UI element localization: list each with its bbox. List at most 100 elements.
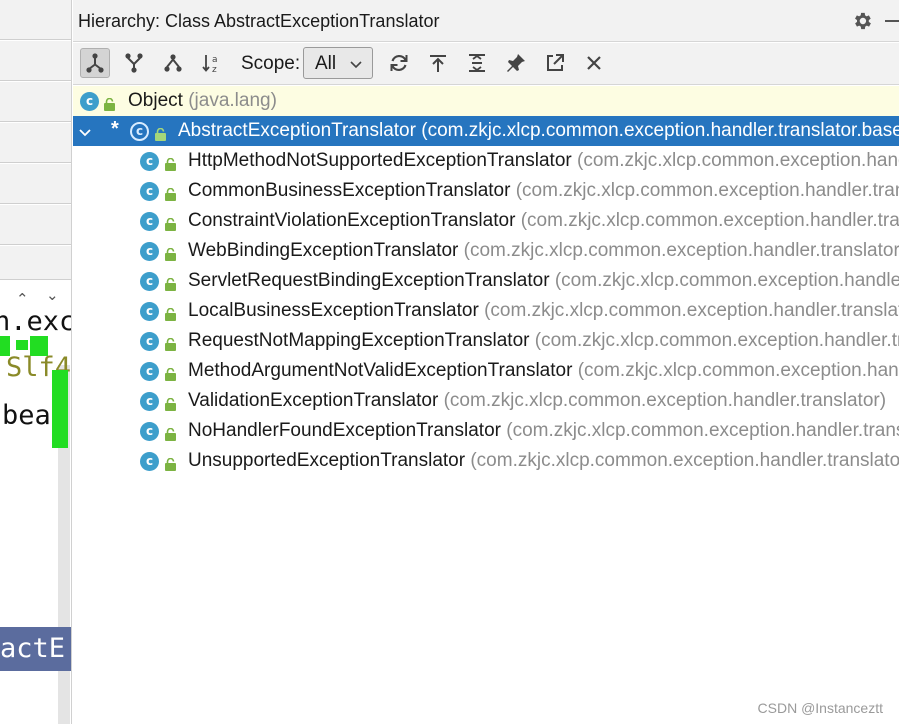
editor-strip: ⌃ ⌄ n.exc Slf4 bean actE — [0, 0, 72, 724]
class-name: CommonBusinessExceptionTranslator — [188, 180, 511, 201]
expand-all-icon[interactable] — [462, 48, 492, 78]
package-name: (com.zkjc.xlcp.common.exception.handler.… — [443, 390, 887, 411]
lock-icon — [165, 335, 176, 351]
lock-icon — [104, 95, 115, 111]
chevron-down-icon[interactable] — [78, 124, 92, 138]
supertypes-hierarchy-icon[interactable] — [119, 48, 149, 78]
class-name: ConstraintViolationExceptionTranslator — [188, 210, 516, 231]
class-icon: c — [140, 332, 159, 351]
editor-tab-3[interactable] — [0, 82, 71, 122]
class-icon: c — [140, 302, 159, 321]
class-name: ValidationExceptionTranslator — [188, 390, 439, 411]
package-name: (com.zkjc.xlcp.common.exception.handler.… — [463, 240, 899, 261]
minimize-icon[interactable] — [885, 20, 899, 22]
hierarchy-panel: Hierarchy: Class AbstractExceptionTransl… — [73, 0, 899, 724]
lock-icon — [165, 425, 176, 441]
package-name: (com.zkjc.xlcp.common.exception.handler.… — [577, 360, 899, 381]
class-name: Object — [128, 90, 183, 111]
tree-row-subclass[interactable]: c ValidationExceptionTranslator (com.zkjc… — [73, 386, 899, 416]
sort-alphabetically-icon[interactable]: az — [197, 48, 227, 78]
lock-icon — [165, 305, 176, 321]
tree-row-subclass[interactable]: c HttpMethodNotSupportedExceptionTranslat… — [73, 146, 899, 176]
class-hierarchy-icon[interactable] — [158, 48, 188, 78]
pin-icon[interactable] — [501, 48, 531, 78]
class-name: WebBindingExceptionTranslator — [188, 240, 459, 261]
class-name: MethodArgumentNotValidExceptionTranslato… — [188, 360, 573, 381]
tree-row-subclass[interactable]: c ConstraintViolationExceptionTranslator … — [73, 206, 899, 236]
next-occurrence-icon[interactable]: ⌄ — [46, 286, 59, 304]
editor-tab-2[interactable] — [0, 41, 71, 81]
panel-title: Hierarchy: Class AbstractExceptionTransl… — [78, 11, 440, 31]
editor-tab-6[interactable] — [0, 205, 71, 245]
lock-icon — [165, 365, 176, 381]
lock-icon — [165, 215, 176, 231]
tree-row-subclass[interactable]: c WebBindingExceptionTranslator (com.zkjc… — [73, 236, 899, 266]
abstract-class-icon: c — [130, 122, 149, 141]
base-class-marker: * — [111, 118, 119, 140]
editor-tab-1[interactable] — [0, 0, 71, 40]
lock-icon — [165, 185, 176, 201]
lock-icon — [165, 455, 176, 471]
panel-title-bar: Hierarchy: Class AbstractExceptionTransl… — [73, 0, 899, 42]
lock-icon — [165, 245, 176, 261]
scope-label: Scope: — [241, 53, 301, 74]
close-icon[interactable] — [579, 48, 609, 78]
tree-row-object[interactable]: c Object (java.lang) — [73, 86, 899, 116]
package-name: (com.zkjc.xlcp.common.exception.handler.… — [470, 450, 899, 471]
package-name: (java.lang) — [188, 90, 277, 111]
package-name: (com.zkjc.xlcp.common.exception.handler.… — [421, 120, 899, 141]
class-name: RequestNotMappingExceptionTranslator — [188, 330, 530, 351]
class-name: AbstractExceptionTranslator — [178, 120, 416, 141]
hierarchy-toolbar: az Scope: All — [73, 43, 899, 85]
lock-icon — [165, 395, 176, 411]
class-name: LocalBusinessExceptionTranslator — [188, 300, 479, 321]
lock-icon — [165, 155, 176, 171]
class-icon: c — [140, 422, 159, 441]
tree-row-selected[interactable]: * c AbstractExceptionTranslator (com.zkj… — [73, 116, 899, 146]
lock-icon — [155, 125, 166, 141]
subtypes-hierarchy-icon[interactable] — [80, 48, 110, 78]
class-icon: c — [140, 392, 159, 411]
class-name: NoHandlerFoundExceptionTranslator — [188, 420, 501, 441]
diff-marker — [16, 340, 28, 350]
tree-row-subclass[interactable]: c RequestNotMappingExceptionTranslator (c… — [73, 326, 899, 356]
package-name: (com.zkjc.xlcp.common.exception.handler.… — [515, 180, 899, 201]
package-name: (com.zkjc.xlcp.common.exception.handler.… — [577, 150, 899, 171]
class-icon: c — [140, 212, 159, 231]
export-icon[interactable] — [423, 48, 453, 78]
tree-row-subclass[interactable]: c CommonBusinessExceptionTranslator (com.… — [73, 176, 899, 206]
class-name: ServletRequestBindingExceptionTranslator — [188, 270, 550, 291]
class-icon: c — [140, 182, 159, 201]
class-icon: c — [80, 92, 99, 111]
package-name: (com.zkjc.xlcp.common.exception.handler.… — [520, 210, 899, 231]
lock-icon — [165, 275, 176, 291]
class-icon: c — [140, 272, 159, 291]
refresh-icon[interactable] — [384, 48, 414, 78]
editor-tab-4[interactable] — [0, 123, 71, 163]
tree-row-subclass[interactable]: c NoHandlerFoundExceptionTranslator (com.… — [73, 416, 899, 446]
editor-tab-7[interactable] — [0, 246, 71, 280]
package-name: (com.zkjc.xlcp.common.exception.handler.… — [554, 270, 899, 291]
selected-identifier[interactable]: actE — [0, 627, 71, 671]
diff-marker — [52, 370, 68, 448]
class-icon: c — [140, 152, 159, 171]
class-icon: c — [140, 452, 159, 471]
class-name: UnsupportedExceptionTranslator — [188, 450, 466, 471]
svg-text:z: z — [212, 65, 217, 74]
code-line: n.exc — [0, 306, 72, 337]
class-icon: c — [140, 242, 159, 261]
chevron-down-icon — [348, 56, 364, 72]
scope-select[interactable]: All — [303, 47, 373, 79]
package-name: (com.zkjc.xlcp.common.exception.handler.… — [484, 300, 899, 321]
editor-tab-5[interactable] — [0, 164, 71, 204]
package-name: (com.zkjc.xlcp.common.exception.handler.… — [534, 330, 899, 351]
tree-row-subclass[interactable]: c ServletRequestBindingExceptionTranslato… — [73, 266, 899, 296]
open-in-editor-icon[interactable] — [540, 48, 570, 78]
tree-row-subclass[interactable]: c MethodArgumentNotValidExceptionTranslat… — [73, 356, 899, 386]
scope-value: All — [315, 53, 337, 74]
gear-icon[interactable] — [851, 10, 873, 32]
tree-row-subclass[interactable]: c UnsupportedExceptionTranslator (com.zkj… — [73, 446, 899, 476]
tree-row-subclass[interactable]: c LocalBusinessExceptionTranslator (com.z… — [73, 296, 899, 326]
watermark: CSDN @Instanceztt — [757, 700, 883, 716]
class-name: HttpMethodNotSupportedExceptionTranslato… — [188, 150, 572, 171]
